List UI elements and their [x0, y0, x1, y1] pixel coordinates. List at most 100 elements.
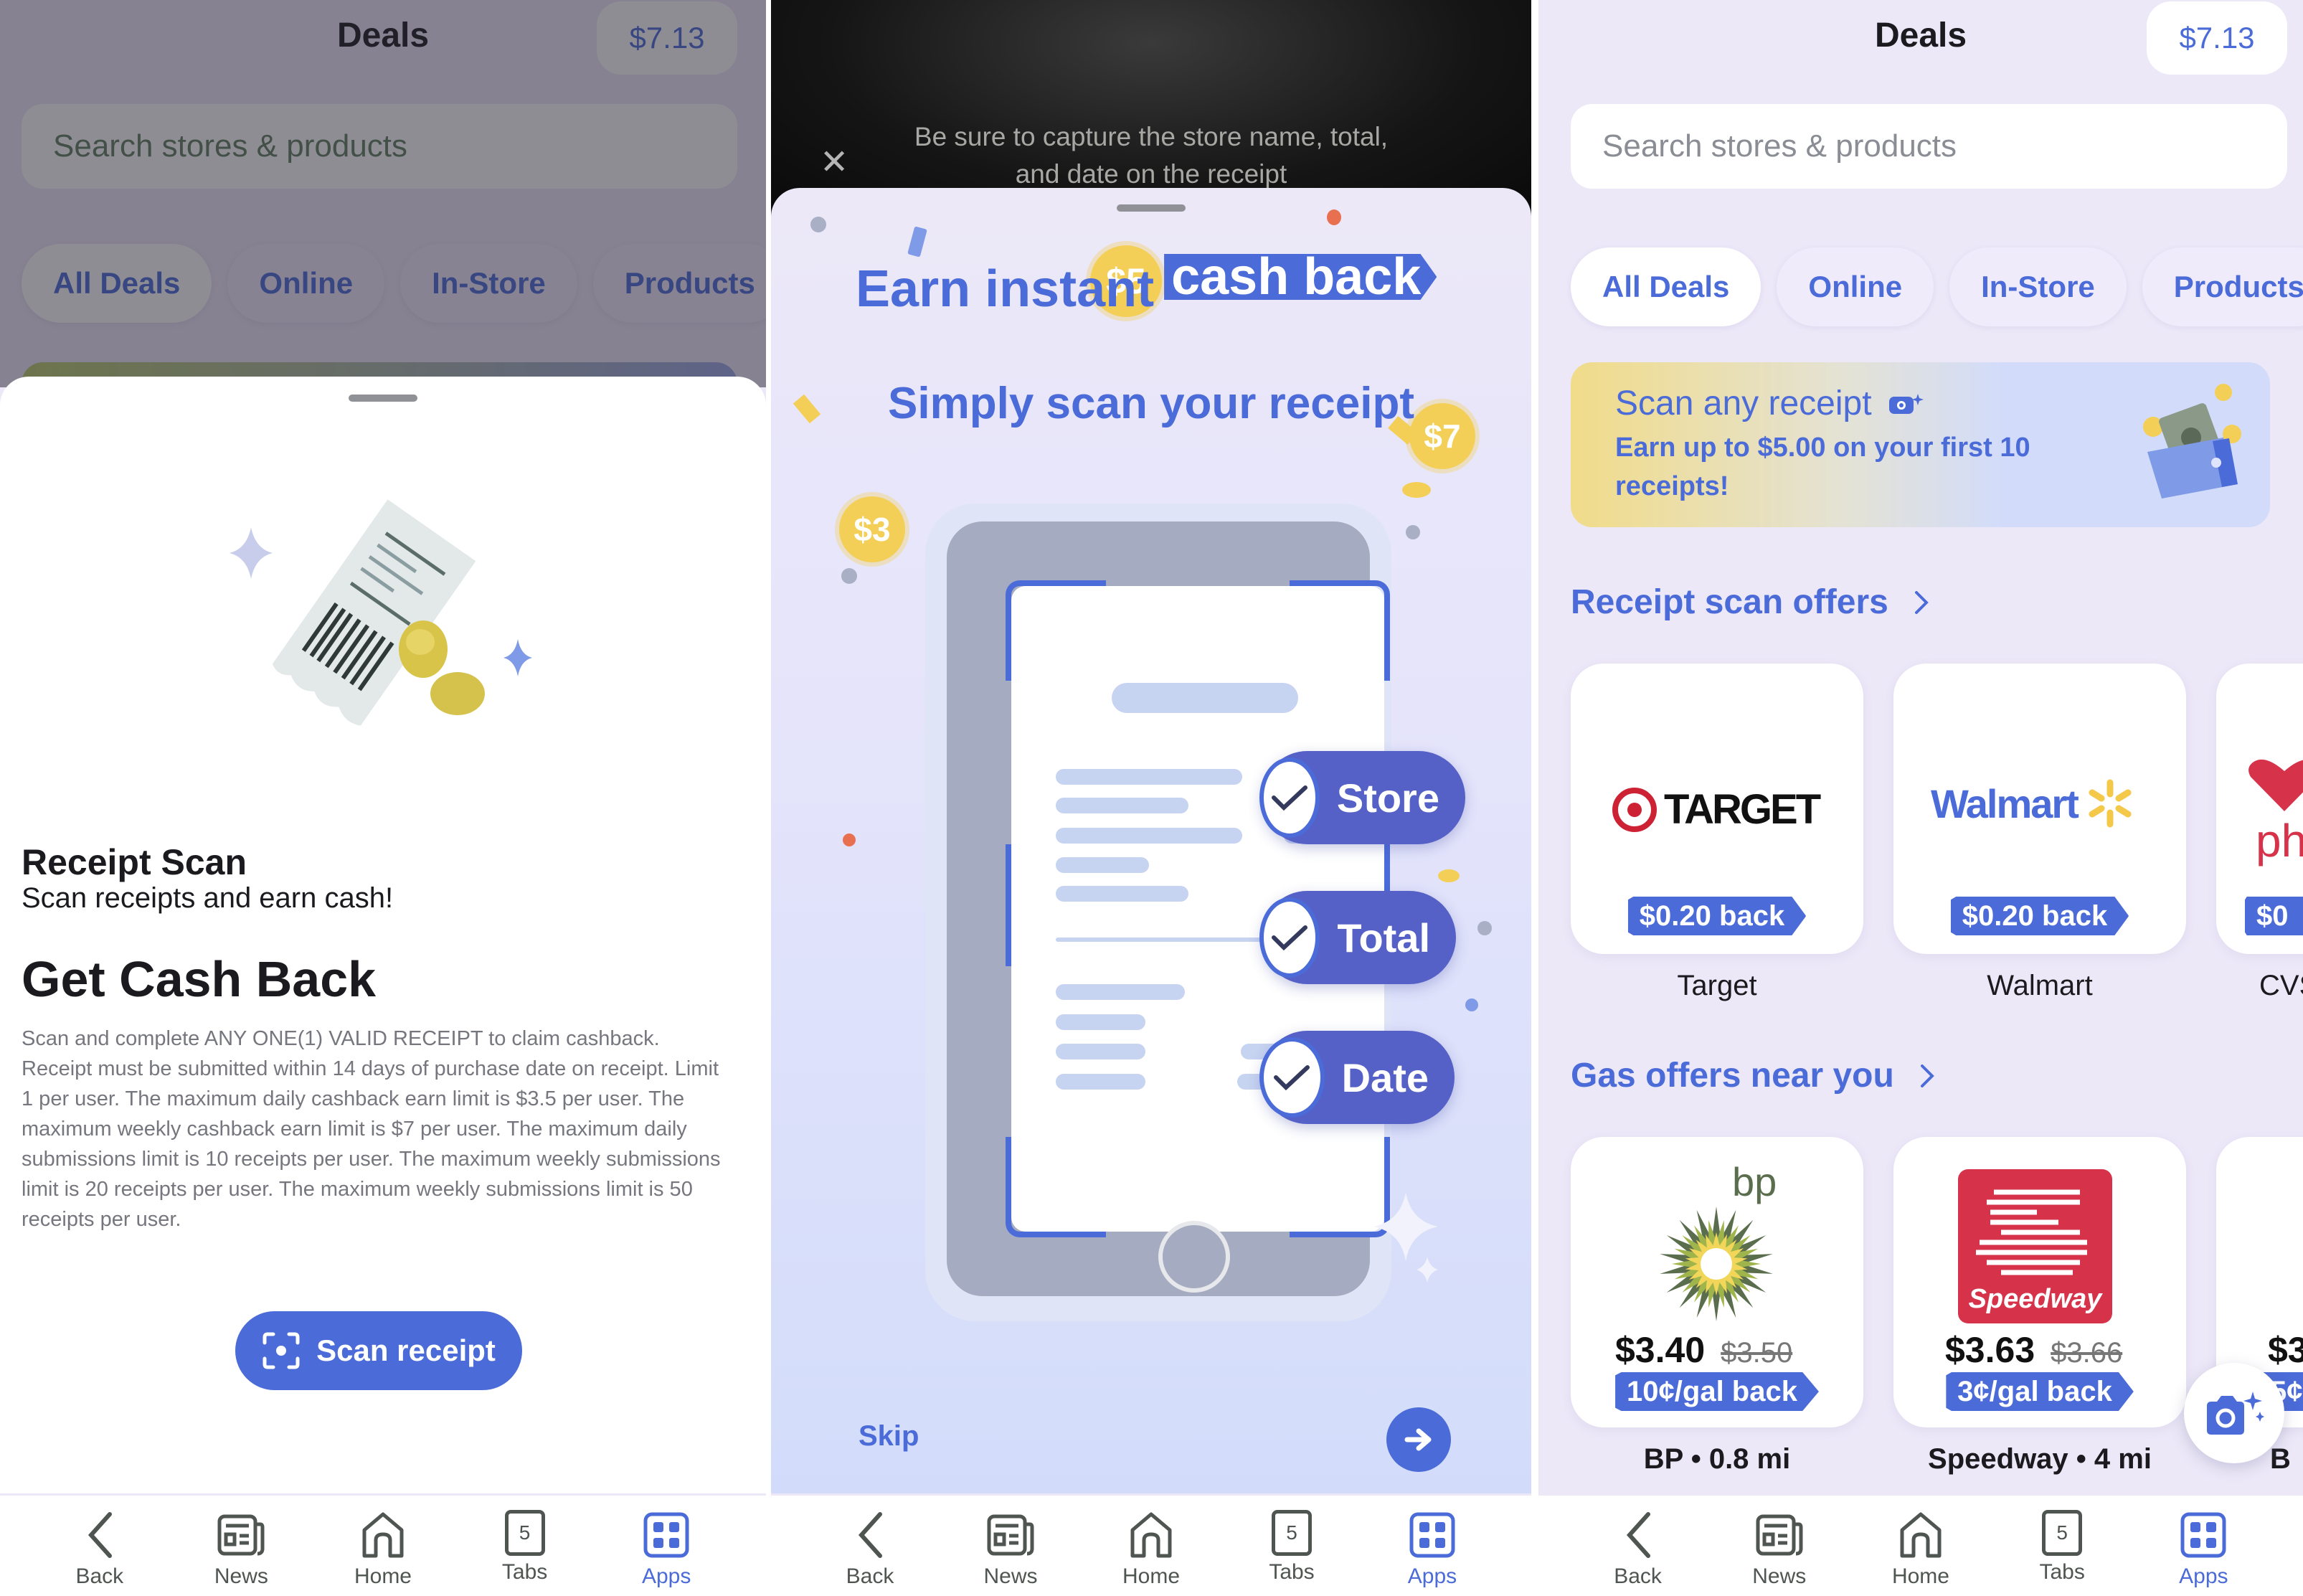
scan-receipt-promo-banner[interactable]: Scan any receipt Earn up to $5.00 on you…	[1571, 362, 2270, 527]
check-total: Total	[1259, 891, 1456, 984]
cvs-heart-icon	[2248, 759, 2303, 811]
gas-offer-speedway[interactable]: Speedway $3.63 $3.66 3¢/gal back Speedwa…	[1893, 1137, 2186, 1475]
offer-card: ph $0	[2216, 664, 2303, 954]
nav-label: Back	[846, 1564, 894, 1588]
search-input[interactable]: Search stores & products	[1571, 104, 2287, 189]
check-label: Date	[1341, 1054, 1429, 1100]
nav-label: Home	[1891, 1564, 1949, 1588]
next-button[interactable]	[1386, 1407, 1451, 1472]
scan-corner	[1006, 580, 1106, 681]
confetti-dot	[843, 834, 856, 846]
sheet-drag-handle[interactable]	[349, 395, 417, 402]
receipt-line	[1056, 1014, 1145, 1030]
bottom-nav: Back News Home 5 Tabs Apps	[1538, 1493, 2303, 1596]
wallet-icon	[2143, 384, 2241, 499]
current-price: $3	[2268, 1330, 2303, 1370]
nav-home[interactable]: Home	[329, 1496, 437, 1596]
nav-news[interactable]: News	[187, 1496, 295, 1596]
deals-screen: Deals $7.13 Search stores & products All…	[1538, 0, 2303, 1596]
scan-receipt-fab[interactable]	[2184, 1363, 2284, 1463]
nav-home[interactable]: Home	[1867, 1496, 1975, 1596]
nav-label: Apps	[1407, 1564, 1457, 1588]
nav-tabs[interactable]: 5 Tabs	[1238, 1496, 1346, 1596]
filter-chip-online[interactable]: Online	[1777, 247, 1934, 326]
title-prefix: Earn instant	[856, 260, 1155, 318]
nav-label: Tabs	[1269, 1560, 1315, 1584]
receipt-coins-illustration	[230, 499, 532, 726]
confetti-dot	[1327, 209, 1341, 225]
target-logo: TARGET	[1612, 785, 1821, 834]
nav-tabs[interactable]: 5 Tabs	[471, 1496, 579, 1596]
skip-button[interactable]: Skip	[859, 1420, 919, 1453]
nav-tabs[interactable]: 5 Tabs	[2008, 1496, 2116, 1596]
target-logo-text: TARGET	[1664, 786, 1821, 833]
bottom-nav: Back News Home 5 Tabs Apps	[771, 1493, 1531, 1596]
arrow-right-icon	[1404, 1428, 1432, 1451]
nav-news[interactable]: News	[1726, 1496, 1833, 1596]
old-price: $3.50	[1721, 1337, 1793, 1369]
receipt-offers-list: TARGET $0.20 back Target Walmart $0.20 b…	[1571, 664, 2303, 1002]
confetti-piece	[1402, 482, 1431, 498]
scan-receipt-button[interactable]: Scan receipt	[235, 1311, 522, 1390]
gas-offer-bp[interactable]: bp $3.40 $3.50 10¢/gal back BP • 0.8 mi	[1571, 1137, 1863, 1475]
speedway-logo: Speedway	[1958, 1169, 2112, 1323]
bp-logo-text: bp	[1732, 1159, 1777, 1204]
checkmark-icon	[1259, 1037, 1325, 1118]
checkmark-icon	[1259, 757, 1320, 838]
sheet-subtitle: Scan receipts and earn cash!	[22, 882, 394, 914]
receipt-line	[1056, 769, 1242, 785]
check-label: Store	[1336, 775, 1439, 821]
section-title-text: Gas offers near you	[1571, 1057, 1894, 1095]
receipt-offer-cvs[interactable]: ph $0 CVS	[2216, 664, 2303, 1002]
nav-label: Home	[1122, 1564, 1181, 1588]
balance-button[interactable]: $7.13	[2147, 1, 2287, 75]
confetti-dot	[810, 217, 826, 232]
nav-label: Back	[75, 1564, 124, 1588]
confetti-dot	[1465, 998, 1478, 1011]
reward-tag: $0.20 back	[1950, 897, 2129, 935]
filter-chip-products[interactable]: Products	[2142, 247, 2303, 326]
filter-chip-in-store[interactable]: In-Store	[1949, 247, 2127, 326]
receipt-offer-target[interactable]: TARGET $0.20 back Target	[1571, 664, 1863, 1002]
checkmark-icon	[1259, 897, 1320, 978]
nav-apps[interactable]: Apps	[613, 1496, 720, 1596]
nav-apps[interactable]: Apps	[1379, 1496, 1486, 1596]
price-row: $3.40 $3.50	[1615, 1329, 1792, 1371]
reward-tag: 3¢/gal back	[1946, 1372, 2134, 1411]
nav-back[interactable]: Back	[46, 1496, 153, 1596]
coin-3: $3	[839, 496, 905, 562]
sheet-drag-handle[interactable]	[1117, 204, 1186, 212]
nav-home[interactable]: Home	[1097, 1496, 1205, 1596]
nav-apps[interactable]: Apps	[2150, 1496, 2257, 1596]
apps-grid-icon	[641, 1510, 691, 1560]
nav-back[interactable]: Back	[1584, 1496, 1692, 1596]
sparkle-icon	[230, 527, 273, 579]
bp-center	[1701, 1248, 1732, 1280]
current-price: $3.40	[1615, 1330, 1706, 1370]
confetti-piece	[907, 226, 927, 258]
nav-news[interactable]: News	[957, 1496, 1064, 1596]
coin-icon	[430, 672, 485, 715]
nav-label: Apps	[2179, 1564, 2228, 1588]
receipt-offers-header[interactable]: Receipt scan offers	[1571, 582, 1929, 622]
target-bullseye-icon	[1612, 787, 1657, 832]
home-icon	[1126, 1510, 1176, 1560]
confetti-dot	[841, 568, 857, 584]
modal-scrim[interactable]	[0, 0, 766, 387]
filter-chip-all-deals[interactable]: All Deals	[1571, 247, 1761, 326]
receipt-line	[1056, 886, 1188, 902]
tabs-icon: 5	[504, 1510, 545, 1556]
chevron-right-icon	[1914, 590, 1929, 614]
receipt-offer-walmart[interactable]: Walmart $0.20 back Walmart	[1893, 664, 2186, 1002]
sparkle-icon	[1373, 1192, 1438, 1283]
apps-grid-icon	[2178, 1510, 2228, 1560]
sheet-title: Receipt Scan	[22, 842, 247, 882]
gas-offers-header[interactable]: Gas offers near you	[1571, 1056, 1934, 1095]
check-store: Store	[1259, 751, 1465, 844]
cash-back-highlight: cash back	[1164, 254, 1437, 300]
scan-corner	[1290, 580, 1390, 681]
camera-sparkle-icon	[2207, 1392, 2264, 1435]
chevron-left-icon	[845, 1510, 895, 1560]
nav-back[interactable]: Back	[816, 1496, 924, 1596]
offer-card: Speedway $3.63 $3.66 3¢/gal back	[1893, 1137, 2186, 1427]
